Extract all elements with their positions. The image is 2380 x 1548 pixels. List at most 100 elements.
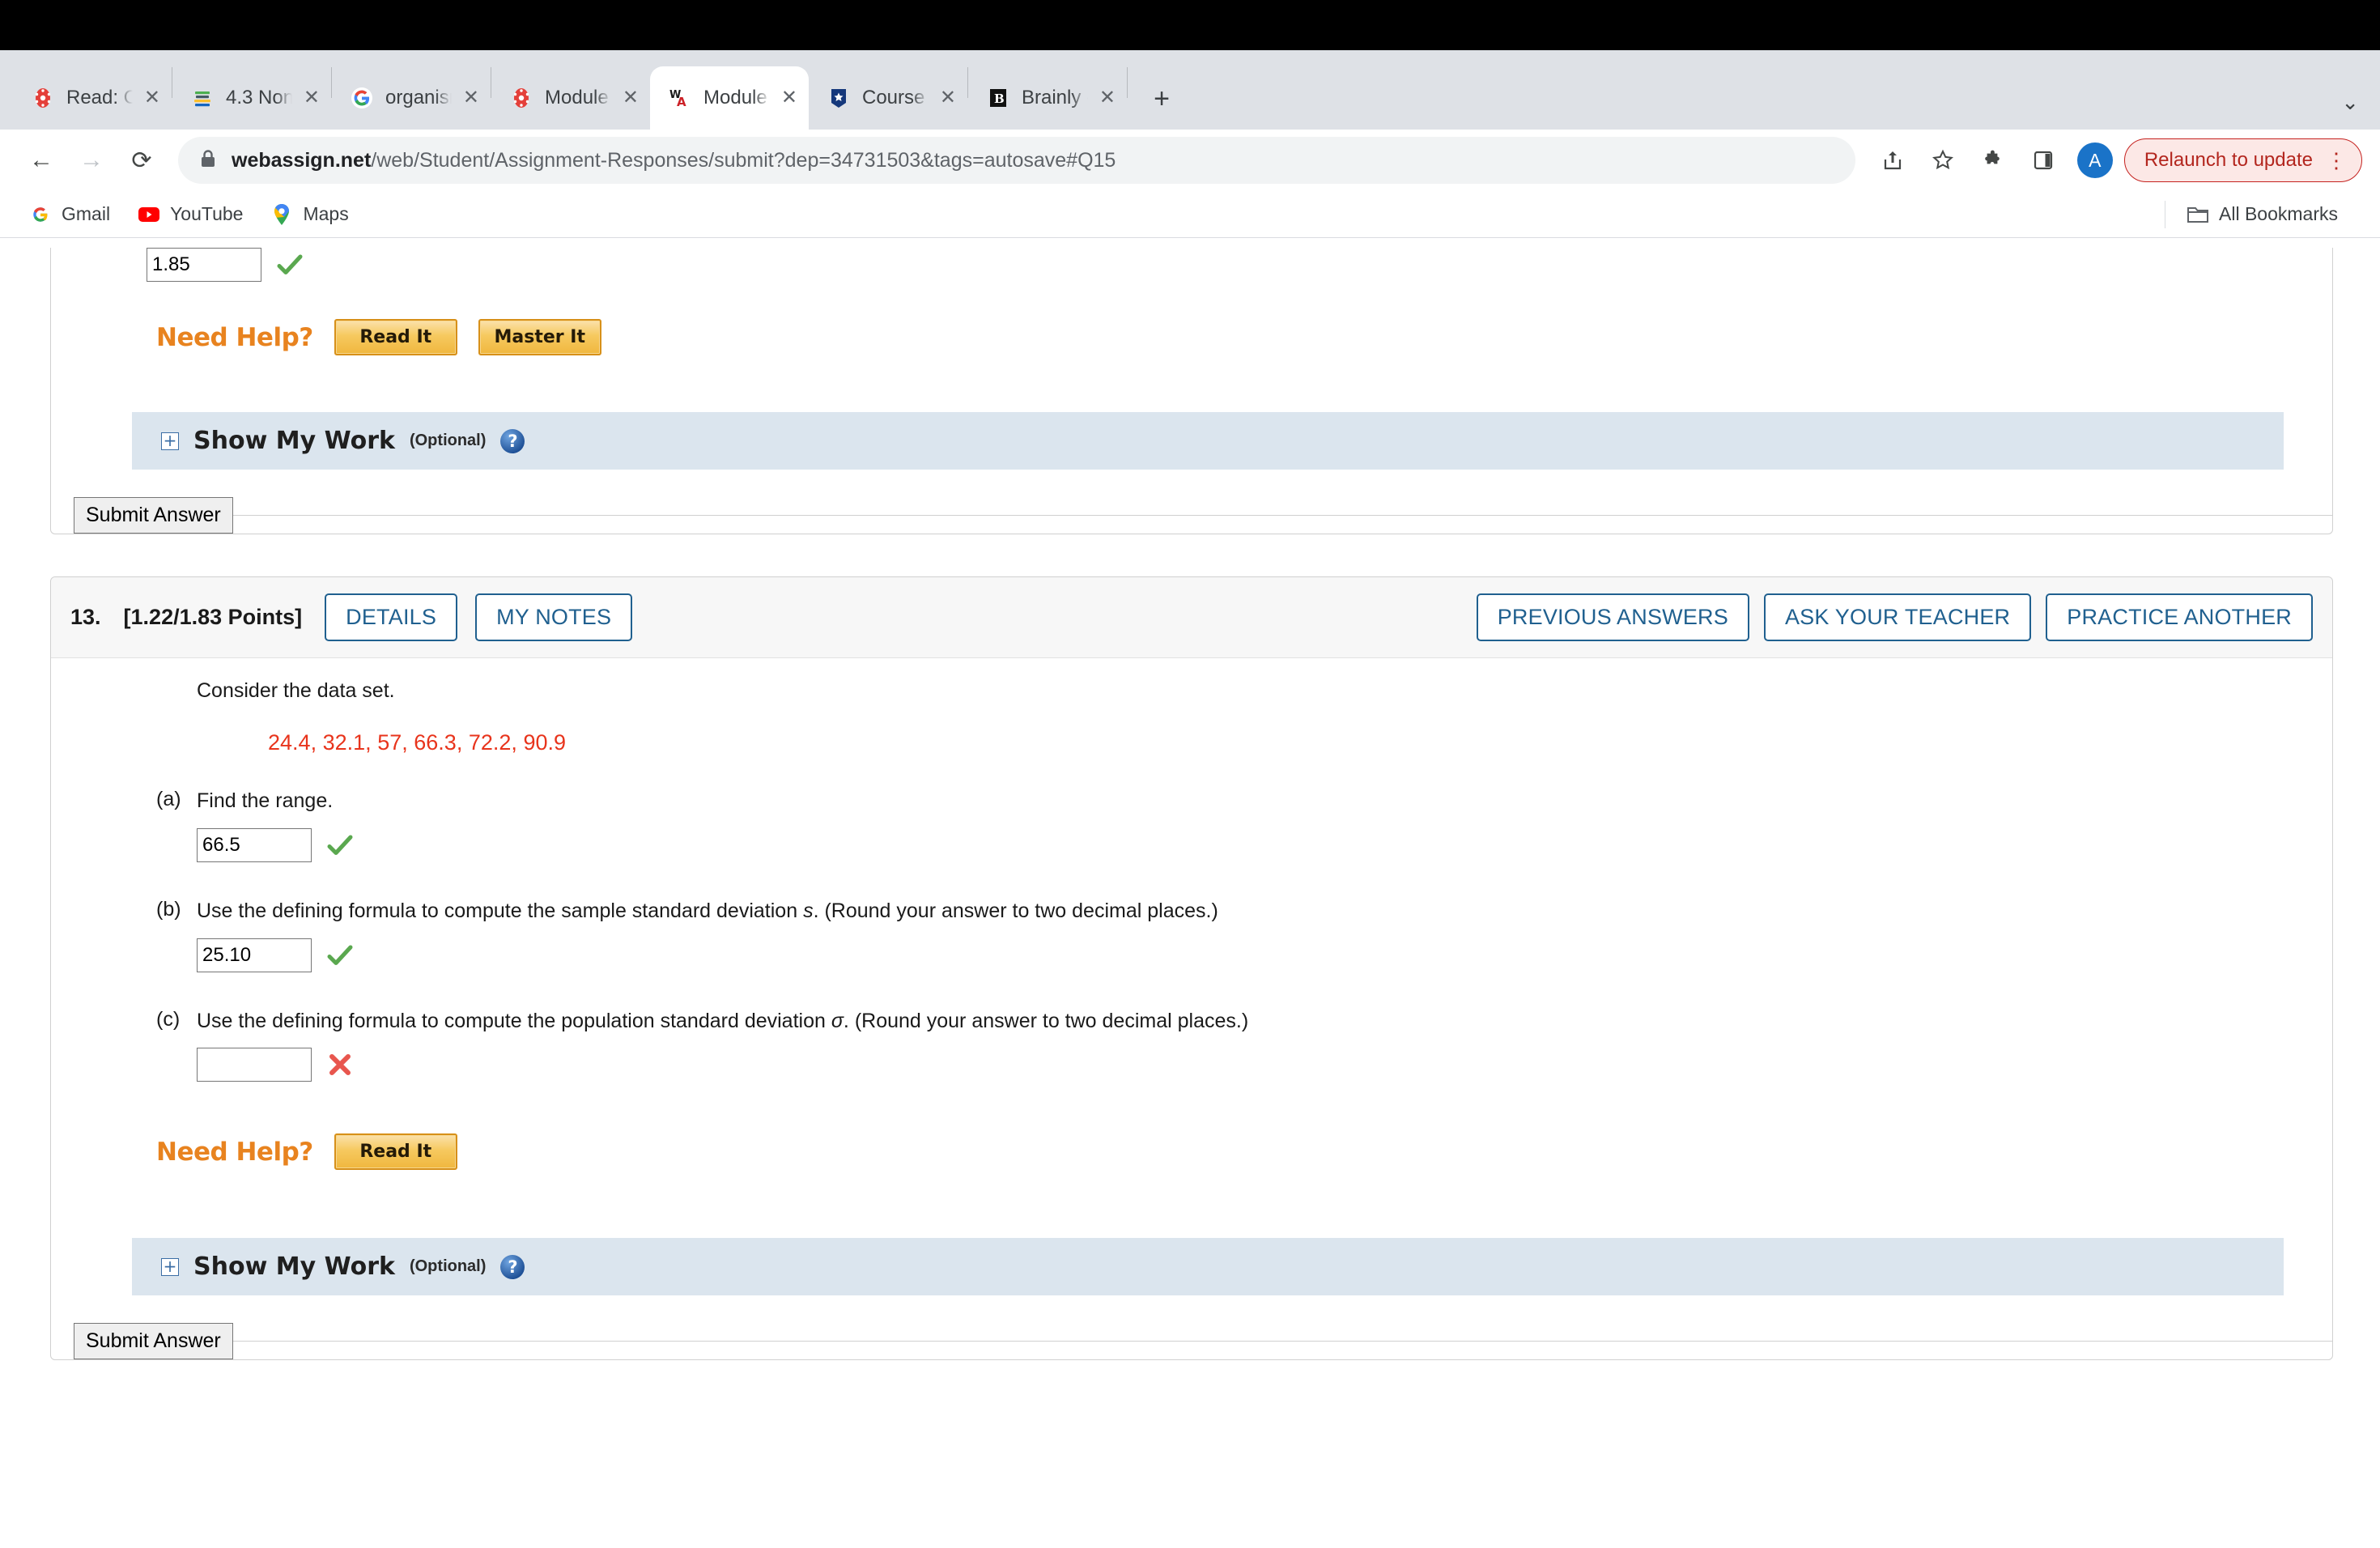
tab-title: 4.3 Nonproteobacteria	[226, 87, 292, 108]
tabstrip-right-controls: ⌄	[2341, 90, 2380, 130]
close-icon[interactable]: ✕	[463, 88, 479, 108]
answer-input-q12[interactable]	[147, 248, 261, 282]
close-icon[interactable]: ✕	[1099, 88, 1116, 108]
question-12-body: Need Help? Read It Master It + Show My W…	[51, 248, 2332, 534]
details-button[interactable]: DETAILS	[325, 593, 458, 641]
answer-row-b	[197, 938, 2284, 972]
correct-check-icon	[326, 831, 354, 859]
browser-tab-active[interactable]: WA Module 2: Chapter 3 F ✕	[650, 66, 809, 130]
back-button[interactable]: ←	[18, 137, 65, 184]
part-symbol: σ	[831, 1009, 844, 1032]
relaunch-to-update-button[interactable]: Relaunch to update ⋮	[2123, 138, 2362, 182]
bookmark-label: Gmail	[62, 203, 111, 224]
practice-another-button[interactable]: PRACTICE ANOTHER	[2046, 593, 2313, 641]
dataset-values: 24.4, 32.1, 57, 66.3, 72.2, 90.9	[268, 730, 567, 755]
question-card-13: 13. [1.22/1.83 Points] DETAILS MY NOTES …	[50, 576, 2333, 1361]
my-notes-button[interactable]: MY NOTES	[475, 593, 633, 641]
previous-answers-button[interactable]: PREVIOUS ANSWERS	[1476, 593, 1749, 641]
extensions-puzzle-icon[interactable]	[1970, 138, 2016, 183]
browser-tab-1[interactable]: Read: OpenStax Micro ✕	[13, 66, 172, 130]
share-icon[interactable]	[1870, 138, 1915, 183]
answer-input-b[interactable]	[197, 938, 312, 972]
help-question-icon[interactable]: ?	[500, 428, 525, 453]
profile-avatar[interactable]: A	[2076, 142, 2113, 178]
browser-menu-icon[interactable]: ⋮	[2326, 148, 2347, 173]
need-help-row-q13: Need Help? Read It	[156, 1133, 2284, 1171]
close-icon[interactable]: ✕	[623, 88, 639, 108]
bookmark-youtube[interactable]: YouTube	[128, 198, 253, 231]
chevron-down-icon[interactable]: ⌄	[2341, 90, 2359, 115]
bookmarks-bar: Gmail YouTube Maps All Bookmarks	[0, 191, 2380, 238]
reload-button[interactable]: ⟳	[118, 137, 165, 184]
tab-title: Read: OpenStax Micro	[66, 87, 133, 108]
show-my-work-bar-q13[interactable]: + Show My Work (Optional) ?	[132, 1238, 2284, 1296]
forward-button[interactable]: →	[68, 137, 115, 184]
url-text: webassign.net/web/Student/Assignment-Res…	[232, 149, 1116, 172]
maps-icon	[270, 203, 293, 226]
read-it-button-q13[interactable]: Read It	[334, 1133, 457, 1171]
need-help-label: Need Help?	[156, 1137, 313, 1167]
bookmark-label: YouTube	[170, 203, 244, 224]
part-content: Use the defining formula to compute the …	[197, 898, 2284, 972]
master-it-button-q12[interactable]: Master It	[478, 319, 601, 355]
browser-tab-6[interactable]: Course Hero ✕	[809, 66, 967, 130]
answer-input-a[interactable]	[197, 827, 312, 862]
tab-divider	[1127, 67, 1128, 98]
side-panel-icon[interactable]	[2021, 138, 2066, 183]
bookmark-label: Maps	[303, 203, 349, 224]
show-my-work-optional: (Optional)	[409, 432, 487, 449]
canvas-icon	[509, 86, 533, 110]
question-number: 13.	[70, 605, 101, 629]
browser-tab-7[interactable]: B Brainly - Tutoring AI ✕	[968, 66, 1127, 130]
tab-title: Brainly - Tutoring AI	[1022, 87, 1088, 108]
question-part-b: (b) Use the defining formula to compute …	[147, 898, 2284, 972]
svg-text:B: B	[994, 91, 1005, 106]
all-bookmarks-button[interactable]: All Bookmarks	[2177, 198, 2348, 231]
submit-answer-button-q12[interactable]: Submit Answer	[74, 497, 233, 534]
browser-tab-2[interactable]: 4.3 Nonproteobacteria ✕	[172, 66, 331, 130]
part-text: Find the range.	[197, 789, 334, 812]
question-stem: Consider the data set.	[197, 679, 395, 702]
url-path: /web/Student/Assignment-Responses/submit…	[371, 148, 1116, 172]
canvas-icon	[31, 86, 55, 110]
divider	[232, 515, 2332, 516]
youtube-icon	[138, 203, 160, 226]
need-help-row-q12: Need Help? Read It Master It	[156, 319, 2284, 355]
browser-tab-4[interactable]: Module 3 | Read: Natu ✕	[491, 66, 650, 130]
show-my-work-bar-q12[interactable]: + Show My Work (Optional) ?	[132, 412, 2284, 470]
submit-area-q13: Submit Answer	[51, 1295, 2332, 1360]
question-points: [1.22/1.83 Points]	[123, 605, 303, 629]
dataset-value: 66.3	[414, 730, 457, 755]
close-icon[interactable]: ✕	[304, 88, 320, 108]
question-13-header-right: PREVIOUS ANSWERS ASK YOUR TEACHER PRACTI…	[1476, 593, 2313, 641]
answer-row-a	[197, 827, 2284, 862]
ask-your-teacher-button[interactable]: ASK YOUR TEACHER	[1763, 593, 2032, 641]
part-text-before: Use the defining formula to compute the …	[197, 899, 804, 922]
part-label: (a)	[156, 788, 181, 810]
bookmark-star-icon[interactable]	[1920, 138, 1966, 183]
new-tab-button[interactable]: +	[1139, 76, 1184, 121]
browser-tab-3[interactable]: organism that conduc ✕	[332, 66, 491, 130]
show-my-work-title: Show My Work	[193, 427, 395, 455]
svg-text:A: A	[677, 95, 686, 109]
bookmark-gmail[interactable]: Gmail	[19, 198, 120, 231]
all-bookmarks-label: All Bookmarks	[2219, 203, 2338, 224]
omnibox-actions	[1870, 138, 2066, 183]
address-bar[interactable]: webassign.net/web/Student/Assignment-Res…	[178, 137, 1855, 184]
expand-plus-icon[interactable]: +	[161, 1257, 179, 1276]
expand-plus-icon[interactable]: +	[161, 432, 179, 450]
close-icon[interactable]: ✕	[144, 88, 160, 108]
submit-answer-button-q13[interactable]: Submit Answer	[74, 1323, 233, 1360]
part-content: Find the range.	[197, 788, 2284, 862]
dataset-value: 57	[377, 730, 402, 755]
close-icon[interactable]: ✕	[781, 88, 797, 108]
help-question-icon[interactable]: ?	[500, 1254, 525, 1279]
page-viewport: Need Help? Read It Master It + Show My W…	[0, 238, 2380, 1548]
answer-input-c[interactable]	[197, 1048, 312, 1082]
close-icon[interactable]: ✕	[940, 88, 956, 108]
read-it-button-q12[interactable]: Read It	[334, 319, 457, 355]
lock-icon	[199, 148, 217, 173]
bookmark-maps[interactable]: Maps	[261, 198, 358, 231]
part-text: Use the defining formula to compute the …	[197, 898, 2284, 925]
dataset-value: 32.1	[322, 730, 366, 755]
